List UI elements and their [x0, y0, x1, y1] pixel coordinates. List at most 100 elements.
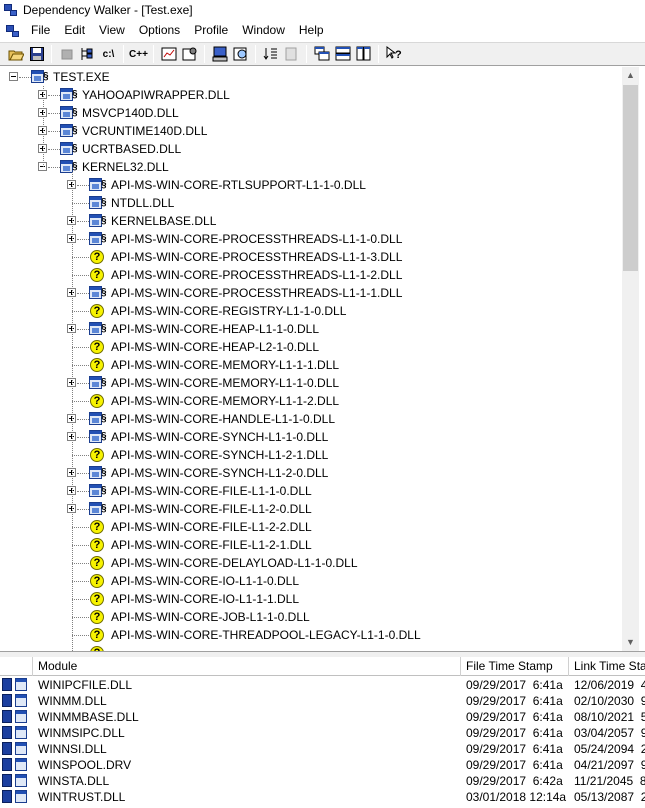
tree-node-partial[interactable]: ?	[0, 644, 620, 651]
tree-node-label[interactable]: YAHOOAPIWRAPPER.DLL	[82, 86, 230, 104]
tree-node-label[interactable]: API-MS-WIN-CORE-HEAP-L1-1-0.DLL	[111, 320, 319, 338]
table-row[interactable]: WINMMBASE.DLL 09/29/2017 6:41a 08/10/2021 …	[0, 709, 645, 725]
tree-node[interactable]: ? API-MS-WIN-CORE-FILE-L1-2-2.DLL	[0, 518, 620, 536]
tree-node-label[interactable]: API-MS-WIN-CORE-PROCESSTHREADS-L1-1-3.DL…	[111, 248, 402, 266]
tree-node-label[interactable]: API-MS-WIN-CORE-MEMORY-L1-1-0.DLL	[111, 374, 339, 392]
tree-node[interactable]: § API-MS-WIN-CORE-PROCESSTHREADS-L1-1-0.D…	[0, 230, 620, 248]
highlight-matching-icon[interactable]	[281, 44, 302, 64]
tree-node[interactable]: ? API-MS-WIN-CORE-DELAYLOAD-L1-1-0.DLL	[0, 554, 620, 572]
table-row[interactable]: WINSTA.DLL 09/29/2017 6:42a 11/21/2045 8	[0, 773, 645, 789]
document-icon[interactable]	[5, 23, 21, 39]
column-header-icon[interactable]	[0, 657, 33, 676]
scroll-thumb[interactable]	[623, 85, 638, 271]
tree-node-label[interactable]: API-MS-WIN-CORE-SYNCH-L1-2-1.DLL	[111, 446, 328, 464]
view-full-paths-icon[interactable]	[77, 44, 98, 64]
menu-options[interactable]: Options	[132, 20, 187, 41]
tree-node[interactable]: § NTDLL.DLL	[0, 194, 620, 212]
tree-node-label[interactable]: VCRUNTIME140D.DLL	[82, 122, 207, 140]
tree-node-label[interactable]: API-MS-WIN-CORE-FILE-L1-1-0.DLL	[111, 482, 312, 500]
tree-node[interactable]: § TEST.EXE	[0, 68, 620, 86]
tree-node-label[interactable]: NTDLL.DLL	[111, 194, 174, 212]
sort-icon[interactable]	[260, 44, 281, 64]
tree-node-label[interactable]: API-MS-WIN-CORE-RTLSUPPORT-L1-1-0.DLL	[111, 176, 366, 194]
tree-node[interactable]: § KERNELBASE.DLL	[0, 212, 620, 230]
tree-node-label[interactable]: API-MS-WIN-CORE-THREADPOOL-LEGACY-L1-1-0…	[111, 626, 421, 644]
module-dependency-tree[interactable]: § TEST.EXE § YAHOOAPIWRAPPER.DLL § MSVCP140D.…	[0, 67, 645, 651]
tree-node-label[interactable]: API-MS-WIN-CORE-FILE-L1-2-0.DLL	[111, 500, 312, 518]
table-row[interactable]: WINTRUST.DLL 03/01/2018 12:14a 05/13/2087 …	[0, 789, 645, 805]
tree-node[interactable]: § API-MS-WIN-CORE-PROCESSTHREADS-L1-1-1.D…	[0, 284, 620, 302]
tree-node-label[interactable]: API-MS-WIN-CORE-PROCESSTHREADS-L1-1-0.DL…	[111, 230, 402, 248]
scroll-up-icon[interactable]: ▲	[622, 67, 639, 84]
vertical-scrollbar[interactable]: ▲ ▼	[622, 67, 639, 651]
tree-node-label[interactable]: API-MS-WIN-CORE-JOB-L1-1-0.DLL	[111, 608, 310, 626]
table-row[interactable]: WINIPCFILE.DLL 09/29/2017 6:41a 12/06/2019…	[0, 677, 645, 693]
tree-node[interactable]: ? API-MS-WIN-CORE-SYNCH-L1-2-1.DLL	[0, 446, 620, 464]
tree-node-label[interactable]: KERNEL32.DLL	[82, 158, 169, 176]
tree-node-label[interactable]: API-MS-WIN-CORE-SYNCH-L1-1-0.DLL	[111, 428, 328, 446]
refresh-icon[interactable]	[56, 44, 77, 64]
tree-node[interactable]: ? API-MS-WIN-CORE-IO-L1-1-1.DLL	[0, 590, 620, 608]
find-icon[interactable]	[230, 44, 251, 64]
menu-edit[interactable]: Edit	[57, 20, 92, 41]
save-icon[interactable]	[26, 44, 47, 64]
tree-node-label[interactable]: API-MS-WIN-CORE-DELAYLOAD-L1-1-0.DLL	[111, 554, 358, 572]
tree-node[interactable]: § YAHOOAPIWRAPPER.DLL	[0, 86, 620, 104]
tree-node[interactable]: ? API-MS-WIN-CORE-HEAP-L2-1-0.DLL	[0, 338, 620, 356]
tree-node-label[interactable]: API-MS-WIN-CORE-IO-L1-1-0.DLL	[111, 572, 299, 590]
tree-node[interactable]: § API-MS-WIN-CORE-RTLSUPPORT-L1-1-0.DLL	[0, 176, 620, 194]
tree-node-label[interactable]: API-MS-WIN-CORE-PROCESSTHREADS-L1-1-1.DL…	[111, 284, 402, 302]
tree-node[interactable]: ? API-MS-WIN-CORE-IO-L1-1-0.DLL	[0, 572, 620, 590]
tree-node-label[interactable]: API-MS-WIN-CORE-MEMORY-L1-1-2.DLL	[111, 392, 339, 410]
tree-node[interactable]: § API-MS-WIN-CORE-HEAP-L1-1-0.DLL	[0, 320, 620, 338]
cascade-icon[interactable]	[311, 44, 332, 64]
tree-node[interactable]: § API-MS-WIN-CORE-SYNCH-L1-2-0.DLL	[0, 464, 620, 482]
menu-window[interactable]: Window	[235, 20, 292, 41]
column-header-link-time-stamp[interactable]: Link Time Sta	[569, 657, 645, 676]
help-icon[interactable]: ?	[383, 44, 404, 64]
tree-node-label[interactable]: MSVCP140D.DLL	[82, 104, 179, 122]
tree-node[interactable]: ? API-MS-WIN-CORE-FILE-L1-2-1.DLL	[0, 536, 620, 554]
profile-icon[interactable]	[158, 44, 179, 64]
tree-node[interactable]: ? API-MS-WIN-CORE-MEMORY-L1-1-2.DLL	[0, 392, 620, 410]
column-header-file-time-stamp[interactable]: File Time Stamp	[461, 657, 569, 676]
tree-node-label[interactable]: API-MS-WIN-CORE-FILE-L1-2-1.DLL	[111, 536, 312, 554]
tree-node[interactable]: ? API-MS-WIN-CORE-PROCESSTHREADS-L1-1-2.D…	[0, 266, 620, 284]
properties-icon[interactable]	[179, 44, 200, 64]
table-row[interactable]: WINMM.DLL 09/29/2017 6:41a 02/10/2030 9	[0, 693, 645, 709]
tree-node[interactable]: § API-MS-WIN-CORE-HANDLE-L1-1-0.DLL	[0, 410, 620, 428]
tree-view[interactable]: § TEST.EXE § YAHOOAPIWRAPPER.DLL § MSVCP140D.…	[0, 67, 622, 651]
tree-node-label[interactable]: API-MS-WIN-CORE-PROCESSTHREADS-L1-1-2.DL…	[111, 266, 402, 284]
tree-node[interactable]: ? API-MS-WIN-CORE-PROCESSTHREADS-L1-1-3.D…	[0, 248, 620, 266]
column-header-module[interactable]: Module	[33, 657, 461, 676]
system-info-icon[interactable]	[209, 44, 230, 64]
undecorate-cpp-button[interactable]: C++	[128, 44, 149, 64]
tree-node[interactable]: § API-MS-WIN-CORE-FILE-L1-2-0.DLL	[0, 500, 620, 518]
tree-node-label[interactable]: API-MS-WIN-CORE-FILE-L1-2-2.DLL	[111, 518, 312, 536]
tree-node[interactable]: § VCRUNTIME140D.DLL	[0, 122, 620, 140]
tree-node-label[interactable]: TEST.EXE	[53, 68, 110, 86]
tree-node[interactable]: ? API-MS-WIN-CORE-MEMORY-L1-1-1.DLL	[0, 356, 620, 374]
menu-view[interactable]: View	[92, 20, 132, 41]
tree-node-label[interactable]: API-MS-WIN-CORE-IO-L1-1-1.DLL	[111, 590, 299, 608]
tree-node-label[interactable]: KERNELBASE.DLL	[111, 212, 216, 230]
tree-node[interactable]: § KERNEL32.DLL	[0, 158, 620, 176]
table-row[interactable]: WINSPOOL.DRV 09/29/2017 6:41a 04/21/2097 9	[0, 757, 645, 773]
tree-node[interactable]: ? API-MS-WIN-CORE-REGISTRY-L1-1-0.DLL	[0, 302, 620, 320]
menu-profile[interactable]: Profile	[187, 20, 235, 41]
table-row[interactable]: WINNSI.DLL 09/29/2017 6:41a 05/24/2094 2	[0, 741, 645, 757]
open-icon[interactable]	[5, 44, 26, 64]
tree-node-label[interactable]: UCRTBASED.DLL	[82, 140, 181, 158]
tree-node-label[interactable]: API-MS-WIN-CORE-MEMORY-L1-1-1.DLL	[111, 356, 339, 374]
tree-node-label[interactable]: API-MS-WIN-CORE-REGISTRY-L1-1-0.DLL	[111, 302, 346, 320]
tree-node[interactable]: ? API-MS-WIN-CORE-THREADPOOL-LEGACY-L1-1-…	[0, 626, 620, 644]
tile-vertical-icon[interactable]	[353, 44, 374, 64]
tree-node[interactable]: § MSVCP140D.DLL	[0, 104, 620, 122]
tree-node[interactable]: § API-MS-WIN-CORE-MEMORY-L1-1-0.DLL	[0, 374, 620, 392]
menu-help[interactable]: Help	[292, 20, 331, 41]
tree-node-label[interactable]: API-MS-WIN-CORE-SYNCH-L1-2-0.DLL	[111, 464, 328, 482]
tree-node[interactable]: § API-MS-WIN-CORE-FILE-L1-1-0.DLL	[0, 482, 620, 500]
copy-path-button[interactable]: c:\	[98, 44, 119, 64]
tile-horizontal-icon[interactable]	[332, 44, 353, 64]
module-list[interactable]: Module File Time Stamp Link Time Sta WIN…	[0, 657, 645, 808]
